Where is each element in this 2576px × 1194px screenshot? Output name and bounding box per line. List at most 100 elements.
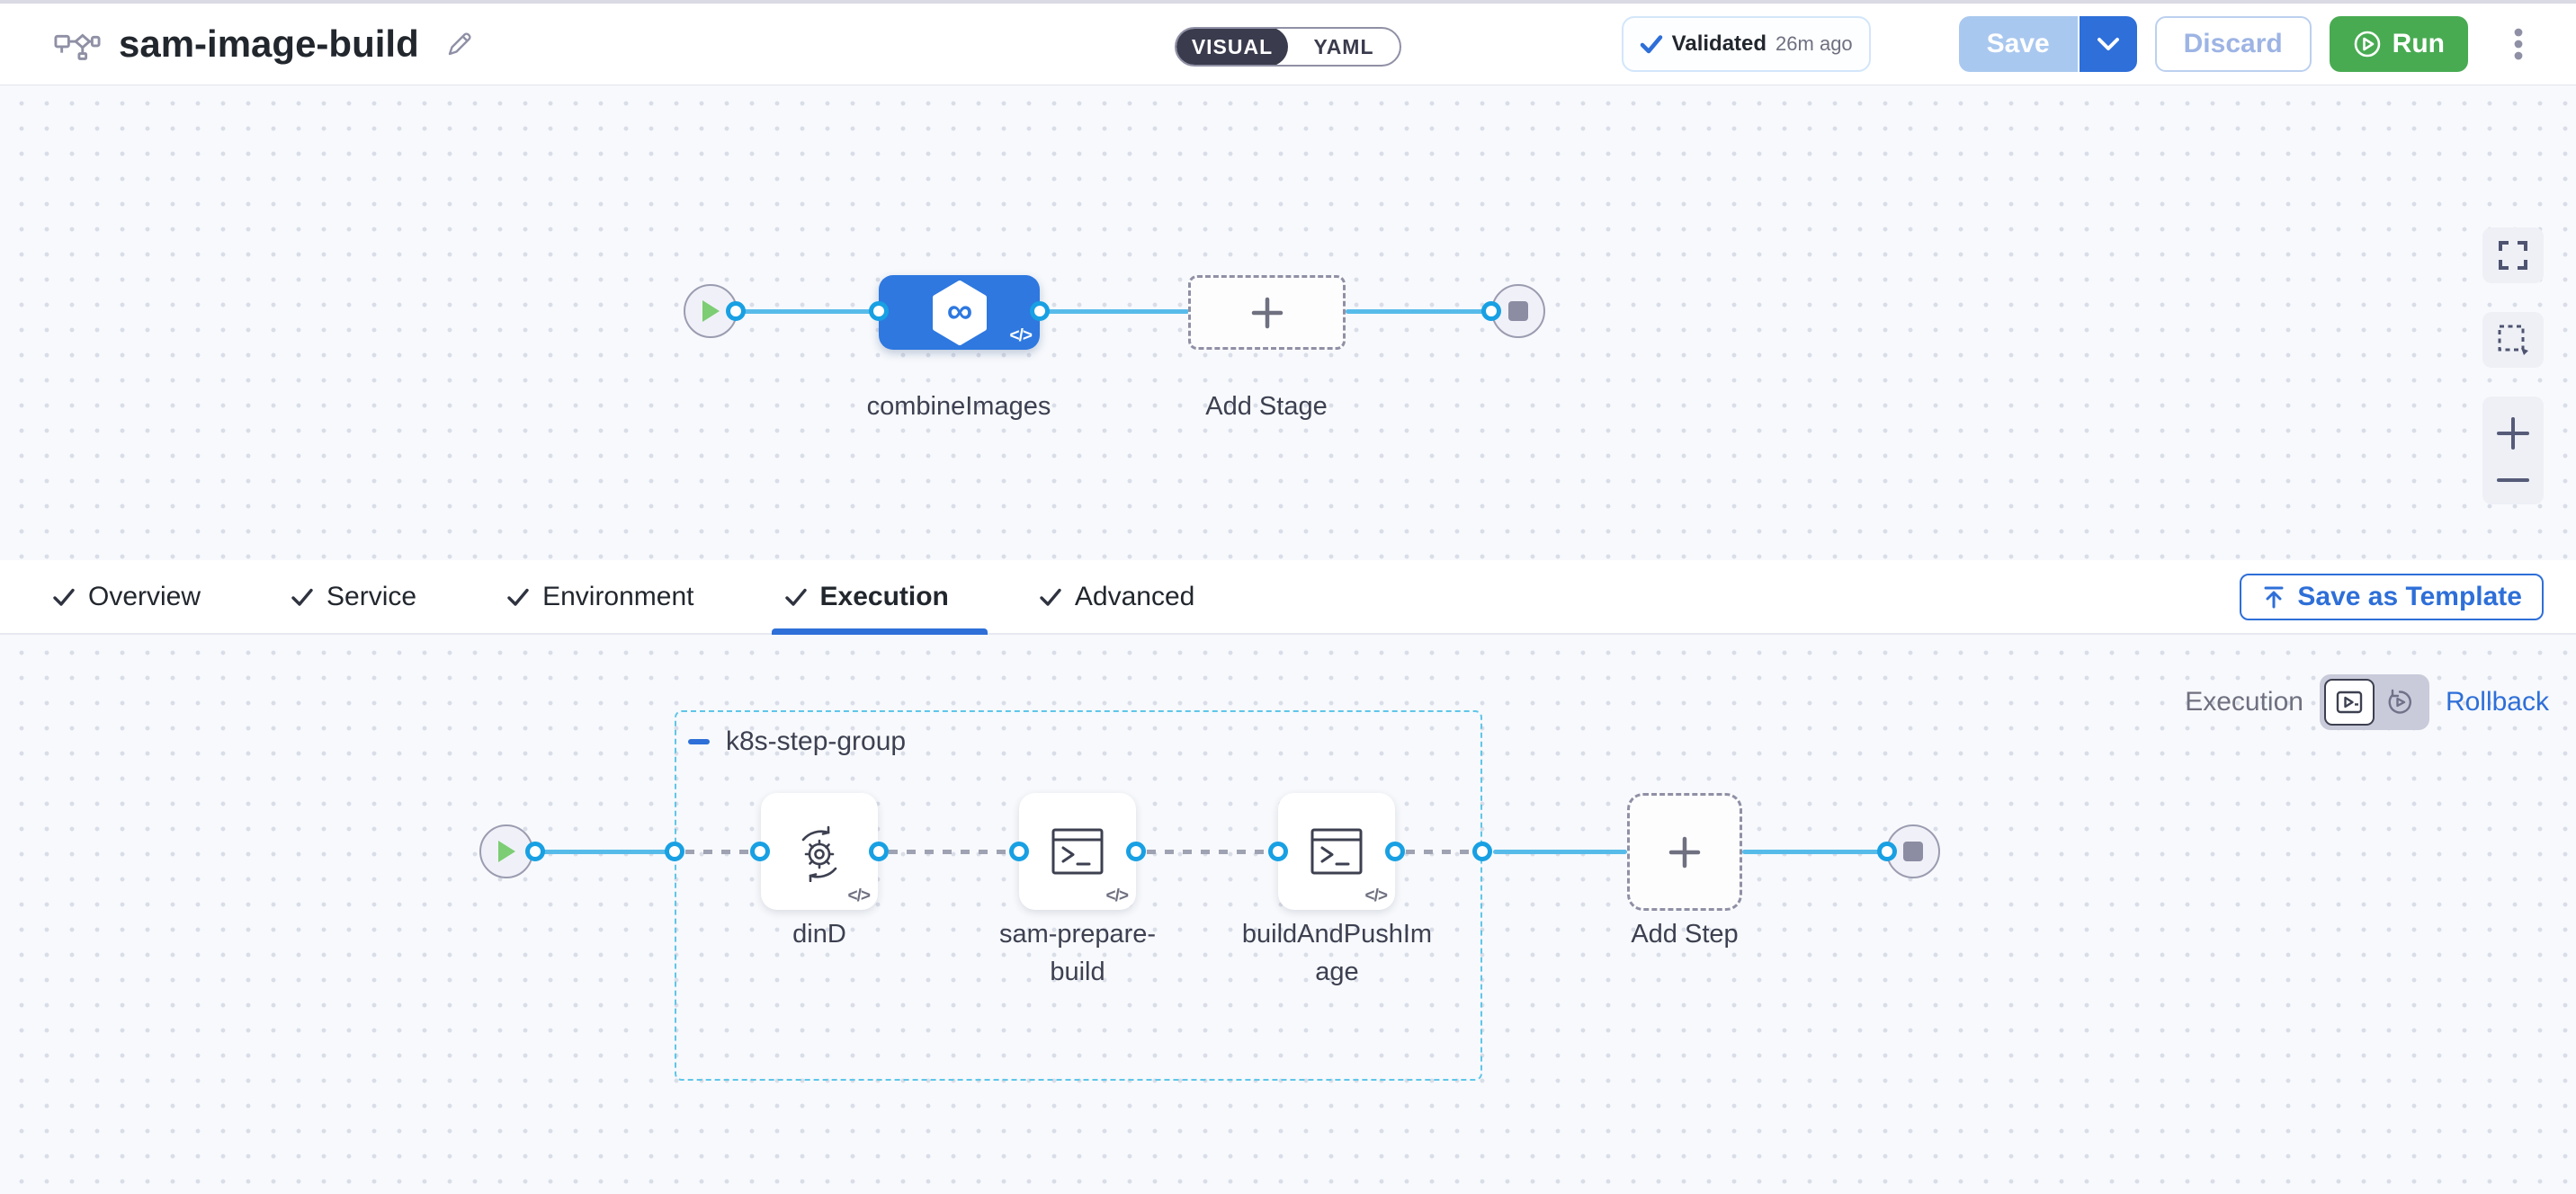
save-button[interactable]: Save <box>1959 16 2080 72</box>
zoom-in-icon[interactable] <box>2496 416 2530 450</box>
run-step-terminal-icon <box>1310 827 1364 876</box>
step-node-sam-prepare-build[interactable]: </> <box>1019 793 1136 910</box>
pipeline-header: sam-image-build VISUAL YAML Validated 26… <box>0 0 2576 85</box>
check-icon <box>52 587 76 607</box>
stage-node-combineimages[interactable]: ∞ </> <box>879 275 1040 350</box>
rollback-icon <box>2386 689 2413 716</box>
run-button[interactable]: Run <box>2330 16 2468 72</box>
plus-icon <box>1248 293 1287 333</box>
connector-ring <box>1030 301 1050 321</box>
svg-text:∞: ∞ <box>946 291 972 331</box>
upload-icon <box>2261 584 2286 610</box>
background-step-icon <box>789 821 850 882</box>
execution-canvas: Execution Rollback k8s <box>0 635 2576 1194</box>
save-as-template-label: Save as Template <box>2297 582 2522 612</box>
canvas-controls <box>2482 227 2544 504</box>
execution-mode-row: Execution Rollback <box>2185 674 2549 730</box>
stop-icon <box>1508 301 1528 321</box>
run-step-terminal-icon <box>1051 827 1105 876</box>
zoom-out-icon[interactable] <box>2496 476 2530 485</box>
connector-ring <box>1877 842 1897 861</box>
discard-button[interactable]: Discard <box>2155 16 2312 72</box>
edge <box>1742 850 1887 854</box>
tab-overview[interactable]: Overview <box>52 582 201 612</box>
connector-ring <box>1385 842 1405 861</box>
edge <box>532 850 675 854</box>
save-options-button[interactable] <box>2080 16 2137 72</box>
add-stage-label: Add Stage <box>1167 388 1365 425</box>
connector-ring <box>525 842 545 861</box>
multi-select-button[interactable] <box>2482 312 2544 368</box>
run-label: Run <box>2393 29 2445 59</box>
more-options-icon[interactable] <box>2513 27 2524 61</box>
validated-label: Validated <box>1672 31 1767 57</box>
connector-ring <box>1009 842 1029 861</box>
toggle-visual[interactable]: VISUAL <box>1176 27 1288 67</box>
validated-check-icon <box>1640 34 1663 54</box>
stop-icon <box>1903 842 1923 861</box>
step-node-dind[interactable]: </> <box>761 793 878 910</box>
step-yaml-badge-icon: </> <box>848 887 870 906</box>
connector-ring <box>750 842 770 861</box>
edge <box>889 850 1020 854</box>
execution-mode-button[interactable] <box>2324 679 2375 726</box>
add-step-label: Add Step <box>1586 915 1784 953</box>
play-icon <box>496 839 517 864</box>
step-label: dinD <box>720 915 918 953</box>
fullscreen-icon <box>2498 240 2528 271</box>
validated-badge[interactable]: Validated 26m ago <box>1622 16 1871 72</box>
connector-ring <box>1481 301 1501 321</box>
check-icon <box>506 587 530 607</box>
step-yaml-badge-icon: </> <box>1365 887 1387 906</box>
save-as-template-button[interactable]: Save as Template <box>2240 574 2544 620</box>
check-icon <box>1039 587 1062 607</box>
step-label: buildAndPushImage <box>1240 915 1434 991</box>
validated-time: 26m ago <box>1775 32 1853 56</box>
marquee-select-icon <box>2497 324 2529 356</box>
step-group-label: k8s-step-group <box>726 726 906 757</box>
tab-execution[interactable]: Execution <box>784 582 949 612</box>
tab-advanced[interactable]: Advanced <box>1039 582 1194 612</box>
active-tab-underline <box>772 628 988 635</box>
chevron-down-icon <box>2097 37 2120 51</box>
edit-title-icon[interactable] <box>446 31 473 58</box>
execution-rollback-toggle <box>2320 674 2429 730</box>
rollback-mode-button[interactable] <box>2375 679 2425 726</box>
pipeline-icon <box>54 28 101 60</box>
edge <box>1346 309 1492 314</box>
save-split-button: Save <box>1959 16 2137 72</box>
connector-ring <box>1472 842 1492 861</box>
tab-service[interactable]: Service <box>291 582 416 612</box>
toggle-yaml[interactable]: YAML <box>1288 27 1400 67</box>
check-icon <box>291 587 314 607</box>
zoom-controls <box>2482 397 2544 504</box>
stage-yaml-badge-icon: </> <box>1010 326 1032 346</box>
fullscreen-button[interactable] <box>2482 227 2544 283</box>
plus-icon <box>1665 833 1704 872</box>
edge <box>1040 309 1189 314</box>
connector-ring <box>869 842 889 861</box>
step-label: sam-prepare-build <box>979 915 1176 991</box>
play-icon <box>700 298 721 324</box>
rollback-link[interactable]: Rollback <box>2446 687 2549 717</box>
connector-ring <box>665 842 684 861</box>
add-stage-button[interactable] <box>1188 275 1346 350</box>
edge <box>1147 850 1279 854</box>
connector-ring <box>726 301 746 321</box>
run-play-icon <box>2353 30 2382 58</box>
custom-stage-hexagon-icon: ∞ <box>931 281 988 345</box>
page-title: sam-image-build <box>119 22 419 66</box>
connector-ring <box>1268 842 1288 861</box>
edge <box>1493 850 1627 854</box>
add-step-button[interactable] <box>1627 793 1742 911</box>
edge <box>736 309 880 314</box>
stage-canvas: ∞ </> combineImages Add Stage <box>0 85 2576 560</box>
edge <box>1406 850 1482 854</box>
connector-ring <box>869 301 889 321</box>
step-yaml-badge-icon: </> <box>1106 887 1128 906</box>
step-node-buildandpushimage[interactable]: </> <box>1278 793 1395 910</box>
execution-play-icon <box>2336 690 2363 715</box>
tab-environment[interactable]: Environment <box>506 582 693 612</box>
stage-label: combineImages <box>860 388 1058 425</box>
collapse-group-icon[interactable] <box>688 738 710 745</box>
